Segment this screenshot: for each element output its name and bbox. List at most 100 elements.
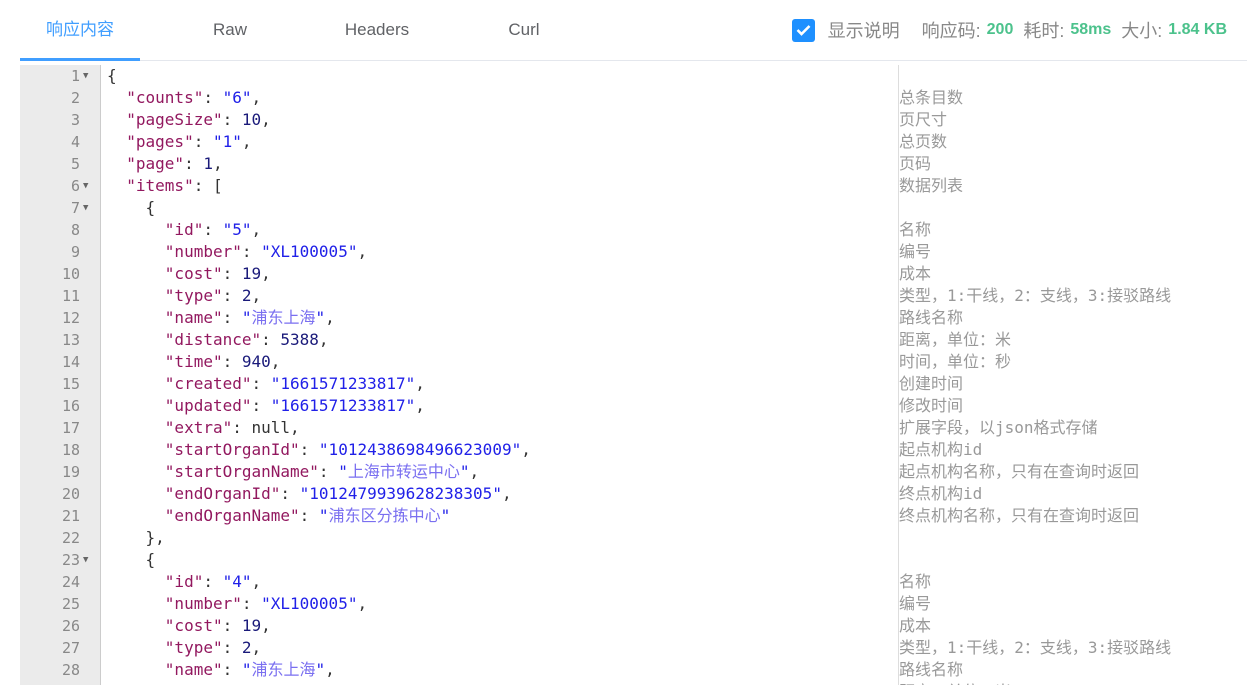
show-description-checkbox[interactable]: [791, 18, 815, 42]
json-punctuation: [107, 176, 126, 195]
json-punctuation: ,: [415, 374, 425, 393]
json-punctuation: :: [222, 616, 242, 635]
fold-arrow-icon[interactable]: ▼: [83, 197, 88, 219]
code-text: "type": 2,: [107, 285, 261, 307]
json-punctuation: ,: [261, 616, 271, 635]
code-text: "id": "5",: [107, 219, 261, 241]
code-line: 11 "type": 2, 类型，1:干线，2：支线，3:接驳路线: [20, 285, 1247, 307]
code-line: 24 "id": "4", 名称: [20, 571, 1247, 593]
line-number: 28: [61, 661, 80, 679]
json-key: "number": [164, 242, 242, 261]
code-line: 15 "created": "1661571233817", 创建时间: [20, 373, 1247, 395]
field-description: 扩展字段，以json格式存储: [899, 418, 1098, 437]
json-punctuation: [107, 264, 165, 283]
code-text: "startOrganId": "1012438698496623009",: [107, 439, 531, 461]
json-string: "1661571233817": [270, 374, 416, 393]
code-line: 22 },: [20, 527, 1247, 549]
code-text: {: [107, 549, 156, 571]
code-text: "name": "浦东上海",: [107, 307, 335, 329]
json-punctuation: [107, 638, 165, 657]
fold-arrow-icon[interactable]: ▼: [83, 175, 88, 197]
field-description: 类型，1:干线，2：支线，3:接驳路线: [899, 286, 1172, 305]
json-punctuation: {: [107, 198, 156, 217]
json-string: "XL100005": [261, 594, 358, 613]
json-punctuation: {: [107, 550, 156, 569]
json-key: "id": [164, 220, 204, 239]
json-punctuation: ,: [251, 286, 262, 305]
json-punctuation: ,: [241, 132, 252, 151]
json-punctuation: },: [107, 528, 165, 547]
json-punctuation: :: [251, 396, 271, 415]
size-value: 1.84 KB: [1168, 21, 1227, 38]
code-text: "updated": "1661571233817",: [107, 395, 425, 417]
json-string: 浦东区分拣中心: [328, 506, 441, 525]
code-text: "counts": "6",: [107, 87, 261, 109]
json-punctuation: :: [261, 330, 281, 349]
tab-headers[interactable]: Headers: [317, 0, 437, 60]
json-punctuation: :: [222, 352, 242, 371]
time-value: 58ms: [1070, 21, 1112, 38]
tab-raw[interactable]: Raw: [170, 0, 290, 60]
field-description: 路线名称: [899, 660, 964, 679]
field-description: 路线名称: [899, 308, 964, 327]
json-punctuation: [107, 594, 165, 613]
json-punctuation: [107, 506, 165, 525]
fold-arrow-icon[interactable]: ▼: [83, 65, 88, 87]
json-punctuation: :: [241, 594, 262, 613]
field-description: 编号: [899, 242, 932, 261]
json-punctuation: :: [222, 638, 242, 657]
json-punctuation: ,: [261, 264, 271, 283]
json-punctuation: [107, 374, 165, 393]
line-number: 26: [61, 617, 80, 635]
json-key: "counts": [126, 88, 204, 107]
line-number: 18: [61, 441, 80, 459]
tab-response-content[interactable]: 响应内容: [20, 0, 140, 61]
field-description: 成本: [899, 264, 932, 283]
json-string: ": [315, 308, 326, 327]
field-description: 起点机构名称，只有在查询时返回: [899, 462, 1140, 481]
json-key: "number": [164, 594, 242, 613]
code-text: "time": 940,: [107, 351, 281, 373]
code-text: "pages": "1",: [107, 131, 252, 153]
json-punctuation: ,: [357, 242, 368, 261]
show-description-label[interactable]: 显示说明: [828, 17, 900, 43]
json-string: ": [440, 506, 451, 525]
code-text: "items": [: [107, 175, 222, 197]
code-text: "distance": 5388,: [107, 329, 329, 351]
code-text: },: [107, 527, 165, 549]
line-number: 4: [70, 133, 80, 151]
field-description: 距离，单位：米: [899, 681, 1011, 685]
json-number: 940: [241, 352, 271, 371]
json-punctuation: ,: [318, 330, 329, 349]
json-punctuation: {: [107, 66, 117, 85]
json-punctuation: :: [222, 264, 242, 283]
code-text: "pageSize": 10,: [107, 109, 271, 131]
code-line: 27 "type": 2, 类型，1:干线，2：支线，3:接驳路线: [20, 637, 1247, 659]
field-description: 总页数: [899, 132, 948, 151]
json-punctuation: ,: [357, 594, 368, 613]
status-code-value: 200: [986, 21, 1014, 38]
json-punctuation: [107, 220, 165, 239]
json-punctuation: [107, 660, 165, 679]
line-number: 14: [61, 353, 80, 371]
code-line: 12 "name": "浦东上海", 路线名称: [20, 307, 1247, 329]
line-number: 19: [61, 463, 80, 481]
json-punctuation: :: [222, 308, 242, 327]
field-description: 页码: [899, 154, 932, 173]
json-key: "distance": [164, 330, 262, 349]
fold-arrow-icon[interactable]: ▼: [83, 549, 88, 571]
code-line: 19 "startOrganName": "上海市转运中心", 起点机构名称，只有…: [20, 461, 1247, 483]
tab-curl[interactable]: Curl: [464, 0, 584, 60]
code-line: 16 "updated": "1661571233817", 修改时间: [20, 395, 1247, 417]
line-number: 13: [61, 331, 80, 349]
code-text: "startOrganName": "上海市转运中心",: [107, 461, 479, 483]
field-description: 创建时间: [899, 374, 964, 393]
line-number: 23: [61, 551, 80, 569]
field-description: 名称: [899, 220, 932, 239]
json-number: 2: [241, 638, 252, 657]
json-punctuation: ,: [270, 352, 281, 371]
line-number: 15: [61, 375, 80, 393]
code-text: {: [107, 197, 156, 219]
json-viewer[interactable]: 1 ▼{2 "counts": "6", 总条目数 3 "pageSize": 10,…: [20, 65, 1247, 685]
line-number: 25: [61, 595, 80, 613]
